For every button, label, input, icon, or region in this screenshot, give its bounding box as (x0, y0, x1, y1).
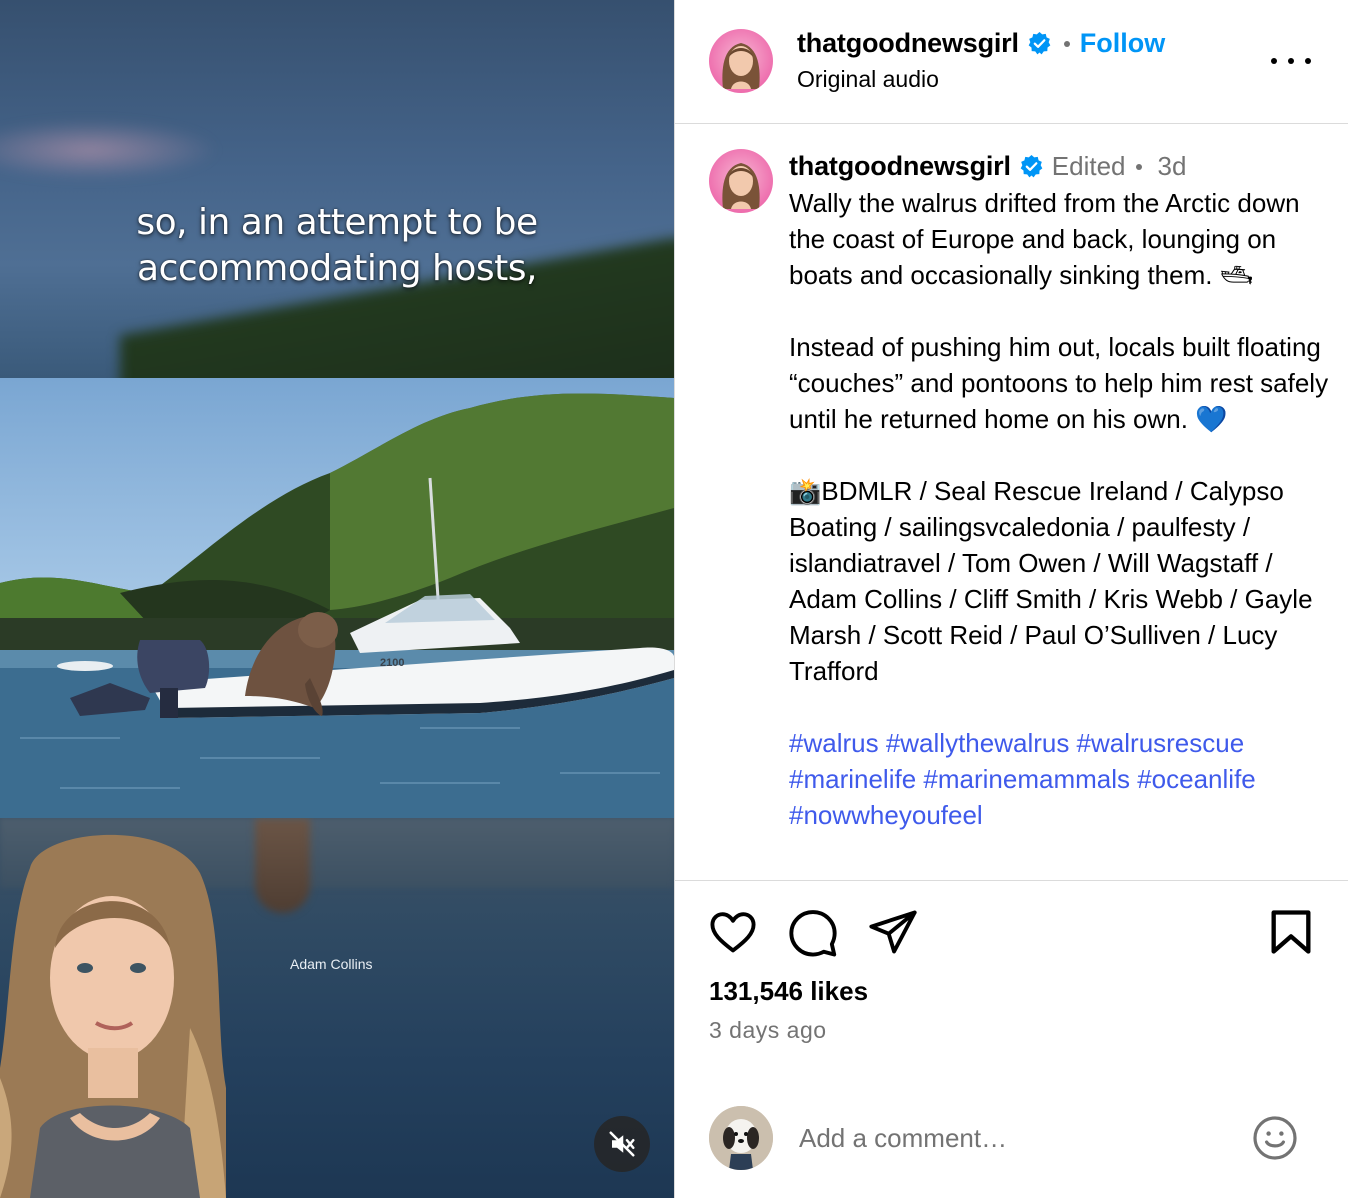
video-frame-walrus-boat: 2100 (0, 378, 674, 818)
more-options-button[interactable] (1271, 46, 1311, 76)
video-frame-top: so, in an attempt to be accommodating ho… (0, 0, 674, 378)
comment-bubble-icon (789, 910, 837, 957)
separator-dot (1135, 163, 1142, 170)
action-bar (675, 906, 1348, 966)
caption-username[interactable]: thatgoodnewsgirl (789, 151, 1011, 182)
video-caption-text: so, in an attempt to be accommodating ho… (136, 202, 538, 289)
share-button[interactable] (867, 906, 919, 958)
mute-button[interactable] (594, 1116, 650, 1172)
verified-badge-icon (1020, 155, 1043, 178)
post-age[interactable]: 3d (1158, 151, 1187, 182)
save-button[interactable] (1265, 906, 1317, 958)
smiley-icon (1253, 1116, 1297, 1160)
boat-label: 2100 (380, 657, 404, 669)
heart-icon (710, 912, 756, 953)
likes-count[interactable]: 131,546 likes (709, 976, 868, 1007)
comment-bar (675, 1080, 1348, 1198)
separator-dot (1063, 40, 1070, 47)
follow-button[interactable]: Follow (1080, 28, 1165, 59)
caption-author-avatar[interactable] (709, 149, 773, 213)
caption-paragraph: 📸BDMLR / Seal Rescue Ireland / Calypso B… (789, 476, 1313, 686)
avatar-portrait (722, 43, 760, 89)
more-dot (1305, 58, 1311, 64)
photo-credit: Adam Collins (290, 956, 373, 972)
more-dot (1271, 58, 1277, 64)
caption-text: Wally the walrus drifted from the Arctic… (789, 185, 1329, 869)
dog-avatar-image (709, 1106, 773, 1170)
edited-label: Edited (1051, 151, 1126, 181)
comment-input[interactable] (799, 1116, 1229, 1160)
more-dot (1288, 58, 1294, 64)
like-button[interactable] (707, 906, 759, 958)
post-video[interactable]: so, in an attempt to be accommodating ho… (0, 0, 674, 1198)
author-avatar[interactable] (709, 29, 773, 93)
caption-paragraph: Wally the walrus drifted from the Arctic… (789, 188, 1300, 290)
author-username[interactable]: thatgoodnewsgirl (797, 28, 1019, 59)
avatar-portrait (722, 163, 760, 209)
caption-hashtags[interactable]: #walrus #wallythewalrus #walrusrescue #m… (789, 725, 1329, 833)
comment-button[interactable] (787, 906, 839, 958)
current-user-avatar (709, 1106, 773, 1170)
post-side-panel: thatgoodnewsgirl Follow Original audio t… (674, 0, 1348, 1198)
emoji-button[interactable] (1251, 1114, 1299, 1162)
verified-badge-icon (1028, 32, 1051, 55)
audio-label[interactable]: Original audio (797, 66, 939, 93)
caption-scroll-area[interactable]: thatgoodnewsgirl Edited 3d Wally the wal… (675, 125, 1348, 881)
speaker-muted-icon (609, 1131, 635, 1157)
post-timestamp[interactable]: 3 days ago (709, 1017, 827, 1044)
presenter-overlay (0, 834, 226, 1198)
post-header: thatgoodnewsgirl Follow Original audio (675, 0, 1348, 124)
caption-paragraph: Instead of pushing him out, locals built… (789, 332, 1329, 434)
send-paper-plane-icon (869, 910, 917, 954)
bookmark-icon (1271, 910, 1311, 954)
